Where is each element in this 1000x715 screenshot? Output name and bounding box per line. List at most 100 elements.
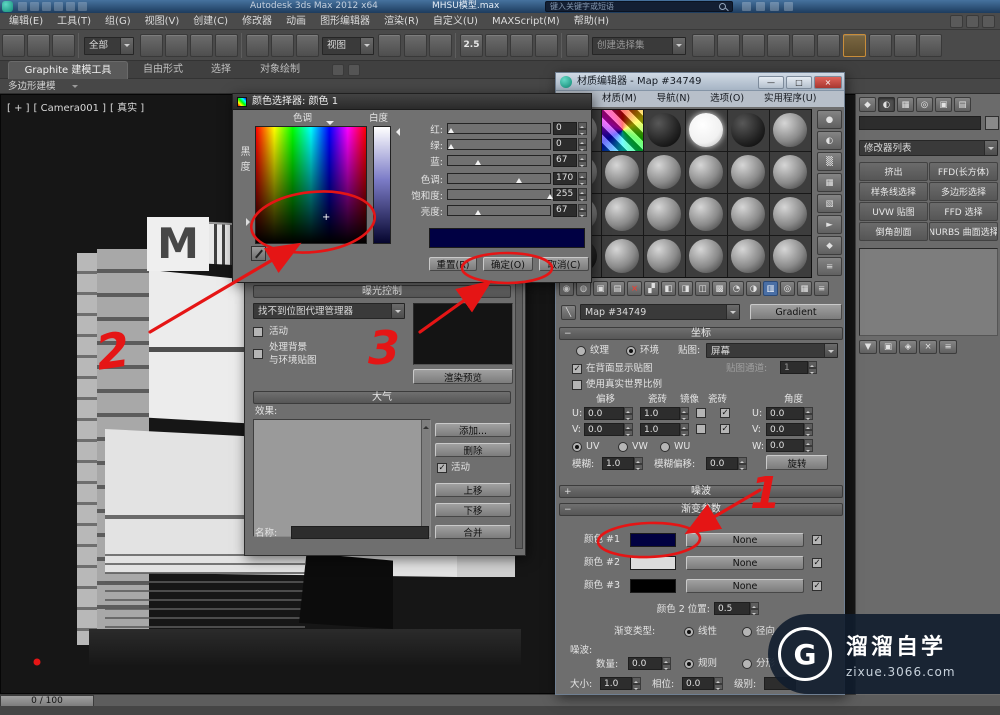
ok-button[interactable]: 确定(O) xyxy=(483,257,533,271)
use-pivot-center-icon[interactable] xyxy=(378,34,401,57)
help-icon[interactable] xyxy=(784,2,793,11)
material-tool-icon[interactable]: ≡ xyxy=(814,281,829,296)
schematic-view-icon[interactable] xyxy=(817,34,840,57)
color-crosshair-icon[interactable]: + xyxy=(322,213,330,223)
linear-radio[interactable] xyxy=(684,627,694,637)
render-production-icon[interactable] xyxy=(919,34,942,57)
effect-active-checkbox[interactable]: ✓ xyxy=(437,463,447,473)
sample-option-icon[interactable]: ▒ xyxy=(817,152,842,171)
keyboard-override-icon[interactable] xyxy=(429,34,452,57)
viewport-pov-menu[interactable]: [ Camera001 ] xyxy=(34,103,107,114)
map-channel-spinner[interactable] xyxy=(808,361,817,374)
color1-map-button[interactable]: None xyxy=(686,533,804,547)
viewport-general-menu[interactable]: [ + ] xyxy=(7,103,30,114)
radial-radio[interactable] xyxy=(742,627,752,637)
align-icon[interactable] xyxy=(717,34,740,57)
mapping-combo[interactable]: 屏幕 xyxy=(706,343,838,358)
color2-position-spinner[interactable] xyxy=(750,602,759,615)
chevron-down-icon[interactable] xyxy=(672,38,685,54)
color-selector-titlebar[interactable]: 颜色选择器: 颜色 1 xyxy=(233,94,591,110)
u-offset-spinner[interactable] xyxy=(624,407,633,420)
exposure-control-rollout[interactable]: 曝光控制 xyxy=(253,285,511,298)
unlink-selection-icon[interactable] xyxy=(27,34,50,57)
modifier-button[interactable]: 样条线选择 xyxy=(859,182,928,201)
red-slider[interactable] xyxy=(447,123,551,134)
reset-button[interactable]: 重置(R) xyxy=(429,257,477,271)
material-sample-slot[interactable] xyxy=(728,152,769,193)
rotate-button[interactable]: 旋转 xyxy=(766,455,828,470)
selection-filter-combo[interactable]: 全部 xyxy=(84,37,134,55)
blur-spinner[interactable] xyxy=(634,457,643,470)
bind-to-space-warp-icon[interactable] xyxy=(52,34,75,57)
v-offset-field[interactable]: 0.0 xyxy=(584,423,624,436)
open-file-icon[interactable] xyxy=(30,2,39,11)
material-editor-titlebar[interactable]: 材质编辑器 - Map #34749 — □ × xyxy=(556,73,844,91)
add-effect-button[interactable]: 添加... xyxy=(435,423,511,437)
saturation-value-field[interactable]: 255 xyxy=(553,188,577,201)
chevron-down-icon[interactable] xyxy=(824,344,837,357)
info-center-search[interactable] xyxy=(545,1,733,12)
menu-item[interactable]: 自定义(U) xyxy=(426,13,485,30)
select-and-move-icon[interactable] xyxy=(246,34,269,57)
merge-button[interactable]: 合并 xyxy=(435,525,511,539)
move-down-button[interactable]: 下移 xyxy=(435,503,511,517)
material-tool-icon[interactable]: ◍ xyxy=(576,281,591,296)
sample-option-icon[interactable]: ▧ xyxy=(817,194,842,213)
material-tool-icon[interactable]: ◑ xyxy=(746,281,761,296)
stack-tool-icon[interactable]: ▼ xyxy=(859,340,877,354)
effect-name-field[interactable] xyxy=(291,526,429,539)
app-logo-icon[interactable] xyxy=(2,1,13,12)
select-by-name-icon[interactable] xyxy=(165,34,188,57)
sample-option-icon[interactable]: ▦ xyxy=(817,173,842,192)
material-tool-icon[interactable]: ◨ xyxy=(678,281,693,296)
sample-option-icon[interactable]: ◆ xyxy=(817,236,842,255)
named-selection-set-combo[interactable]: 创建选择集 xyxy=(592,37,686,55)
material-tool-icon[interactable]: ▞ xyxy=(644,281,659,296)
ribbon-show-full-icon[interactable] xyxy=(332,64,344,76)
menu-item[interactable]: 组(G) xyxy=(98,13,138,30)
viewport-shading-menu[interactable]: [ 真实 ] xyxy=(110,103,144,114)
sample-option-icon[interactable]: ● xyxy=(817,110,842,129)
material-sample-slot[interactable] xyxy=(686,194,727,235)
noise-rollout[interactable]: +噪波 xyxy=(559,485,843,498)
material-sample-slot[interactable] xyxy=(602,236,643,277)
track-bar[interactable]: 0 / 100 xyxy=(0,694,1000,706)
v-tiling-spinner[interactable] xyxy=(680,423,689,436)
percent-snap-icon[interactable] xyxy=(510,34,533,57)
modifier-button[interactable]: 倒角剖面 xyxy=(859,222,928,241)
v-angle-spinner[interactable] xyxy=(804,423,813,436)
command-panel-tab-icon[interactable]: ▦ xyxy=(897,97,914,112)
value-spinner[interactable] xyxy=(578,204,587,217)
u-offset-field[interactable]: 0.0 xyxy=(584,407,624,420)
snap-toggle-icon[interactable]: 2.5 xyxy=(460,34,483,57)
color1-map-checkbox[interactable]: ✓ xyxy=(812,535,822,545)
curve-editor-icon[interactable] xyxy=(792,34,815,57)
material-type-button[interactable]: Gradient xyxy=(750,304,842,320)
material-sample-slot[interactable] xyxy=(644,194,685,235)
delete-effect-button[interactable]: 删除 xyxy=(435,443,511,457)
saturation-spinner[interactable] xyxy=(578,188,587,201)
phase-spinner[interactable] xyxy=(714,677,723,690)
material-editor-menu-item[interactable]: 材质(M) xyxy=(592,91,647,107)
value-value-field[interactable]: 67 xyxy=(553,204,577,217)
ui-toggle-icon[interactable] xyxy=(982,15,995,28)
regular-radio[interactable] xyxy=(684,659,694,669)
color2-map-button[interactable]: None xyxy=(686,556,804,570)
spinner-snap-icon[interactable] xyxy=(535,34,558,57)
material-tool-icon[interactable]: ▦ xyxy=(797,281,812,296)
stack-tool-icon[interactable]: × xyxy=(919,340,937,354)
menu-item[interactable]: 编辑(E) xyxy=(2,13,50,30)
green-spinner[interactable] xyxy=(578,138,587,151)
v-angle-field[interactable]: 0.0 xyxy=(766,423,804,436)
rendered-frame-window-icon[interactable] xyxy=(894,34,917,57)
material-sample-slot[interactable] xyxy=(644,152,685,193)
material-sample-slot[interactable] xyxy=(770,236,811,277)
material-sample-slot[interactable] xyxy=(644,236,685,277)
graphite-ribbon-toggle-icon[interactable] xyxy=(767,34,790,57)
hue-value-field[interactable]: 170 xyxy=(553,172,577,185)
command-panel-tab-icon[interactable]: ▣ xyxy=(935,97,952,112)
maximize-icon[interactable]: □ xyxy=(786,76,812,89)
material-sample-slot[interactable] xyxy=(770,194,811,235)
material-tool-icon[interactable]: ◔ xyxy=(729,281,744,296)
command-panel-tab-icon[interactable]: ◎ xyxy=(916,97,933,112)
